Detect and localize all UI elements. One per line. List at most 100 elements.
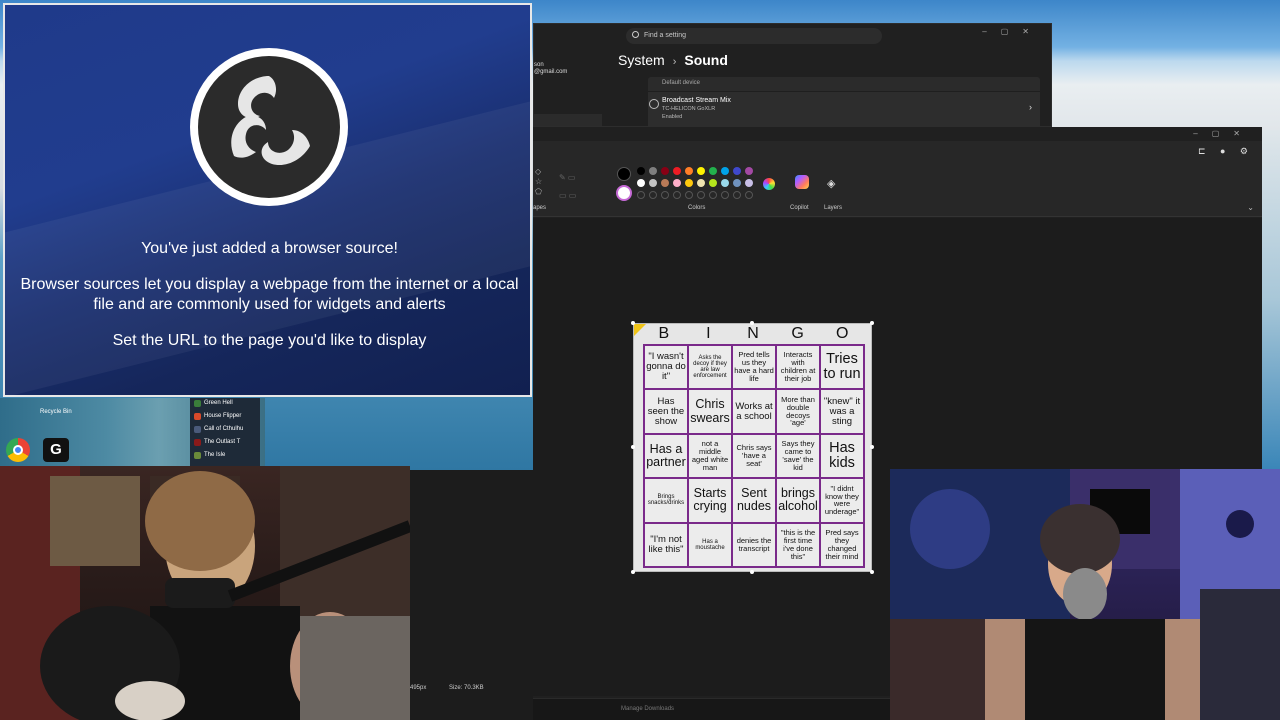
paint-titlebar: –▢✕ [533, 127, 1262, 141]
color-1-swatch[interactable] [617, 167, 631, 181]
palette-color-swatch[interactable] [673, 167, 681, 175]
layers-label: Layers [824, 205, 843, 211]
palette-color-swatch[interactable] [685, 167, 693, 175]
settings-window-controls[interactable]: –▢✕ [982, 27, 1043, 36]
game-list-item[interactable]: The Outlast T [204, 439, 240, 445]
search-icon [632, 31, 639, 38]
logitech-ghub-icon[interactable]: G [43, 438, 69, 462]
palette-color-swatch[interactable] [637, 167, 645, 175]
bingo-cell: "this is the first time i've done this" [777, 523, 819, 566]
game-list-item[interactable]: Green Hell [204, 400, 233, 406]
palette-color-swatch[interactable] [721, 179, 729, 187]
palette-color-swatch[interactable] [697, 179, 705, 187]
account-name: son [534, 62, 544, 68]
bingo-letter: N [747, 325, 760, 342]
resize-handle[interactable] [631, 445, 635, 449]
webcam-left-scene [0, 466, 410, 720]
bingo-cell: Asks the decoy if they are law enforceme… [689, 346, 731, 389]
bingo-cell: Says they came to 'save' the kid [777, 434, 819, 478]
recycle-bin-label[interactable]: Recycle Bin [40, 409, 72, 415]
chevron-down-icon[interactable]: ⌄ [1247, 203, 1254, 212]
bingo-cell: Sent nudes [733, 479, 775, 522]
bingo-letter: G [791, 325, 805, 342]
custom-color-slot[interactable] [637, 191, 645, 199]
bingo-letter: B [658, 325, 671, 342]
custom-color-slot[interactable] [709, 191, 717, 199]
breadcrumb: System › Sound [618, 52, 728, 68]
bingo-cell: "I'm not like this" [645, 523, 687, 566]
chrome-icon-center [13, 445, 23, 455]
bingo-cell: Has a partner [645, 434, 687, 478]
bingo-cell: not a middle aged white man [689, 434, 731, 478]
steam-games-list: Green Hell House Flipper Call of Cthulhu Th… [190, 398, 260, 466]
palette-color-swatch[interactable] [709, 167, 717, 175]
custom-color-slot[interactable] [697, 191, 705, 199]
resize-handle[interactable] [870, 321, 874, 325]
bingo-grid: "I wasn't gonna do it" Asks the decoy if … [643, 344, 865, 568]
custom-color-slot[interactable] [733, 191, 741, 199]
palette-color-swatch[interactable] [649, 179, 657, 187]
obs-message-line: Browser sources let you display a webpag… [20, 276, 519, 293]
bingo-cell: "I didnt know they were underage" [821, 479, 863, 522]
palette-color-swatch[interactable] [673, 179, 681, 187]
chevron-right-icon: › [672, 56, 677, 68]
device-radio[interactable] [649, 99, 659, 109]
custom-color-slot[interactable] [661, 191, 669, 199]
game-list-item[interactable]: The Isle [204, 452, 225, 458]
custom-color-slot[interactable] [721, 191, 729, 199]
custom-color-slot[interactable] [685, 191, 693, 199]
paint-ribbon: ⊏ ● ⚙ ◇ ☆ ⬠ ✎ ▭ ▭ ▭ apes Colors Copilot ◈ L… [533, 141, 1262, 217]
game-icon [194, 452, 201, 459]
edit-colors-icon[interactable] [763, 178, 775, 190]
custom-color-slot[interactable] [745, 191, 753, 199]
game-list-item[interactable]: House Flipper [204, 413, 241, 419]
breadcrumb-system[interactable]: System [618, 52, 665, 68]
copilot-icon[interactable] [795, 175, 809, 189]
resize-handle[interactable] [870, 570, 874, 574]
paint-window-controls[interactable]: –▢✕ [1193, 129, 1254, 138]
bingo-cell: denies the transcript [733, 523, 775, 566]
palette-color-swatch[interactable] [709, 179, 717, 187]
palette-color-swatch[interactable] [661, 167, 669, 175]
palette-color-swatch[interactable] [685, 179, 693, 187]
palette-color-swatch[interactable] [697, 167, 705, 175]
bingo-cell: Chris swears [689, 390, 731, 433]
bingo-cell: Interacts with children at their job [777, 346, 819, 389]
game-list-item[interactable]: Call of Cthulhu [204, 426, 243, 432]
bingo-cell: Pred says they changed their mind [821, 523, 863, 566]
webcam-right [890, 469, 1280, 720]
status-file-size: Size: 70.3KB [449, 685, 484, 691]
shape-outline-fill-icons[interactable]: ✎ ▭ ▭ ▭ [559, 169, 576, 205]
bingo-cell: Has seen the show [645, 390, 687, 433]
color-2-swatch[interactable] [616, 185, 632, 201]
device-row[interactable]: Broadcast Stream Mix TC-HELICON GoXLR En… [648, 91, 1040, 127]
palette-color-swatch[interactable] [661, 179, 669, 187]
custom-color-slot[interactable] [649, 191, 657, 199]
manage-downloads-link[interactable]: Manage Downloads [621, 706, 674, 712]
resize-handle[interactable] [750, 570, 754, 574]
palette-color-swatch[interactable] [637, 179, 645, 187]
resize-handle[interactable] [631, 321, 635, 325]
device-status: Enabled [662, 114, 683, 120]
palette-color-swatch[interactable] [733, 167, 741, 175]
settings-search-input[interactable]: Find a setting [626, 28, 882, 44]
bingo-card-image[interactable]: B I N G O "I wasn't gonna do it" Asks the… [633, 323, 872, 572]
resize-handle[interactable] [870, 445, 874, 449]
palette-color-swatch[interactable] [745, 179, 753, 187]
palette-color-swatch[interactable] [733, 179, 741, 187]
palette-color-swatch[interactable] [649, 167, 657, 175]
palette-color-swatch[interactable] [745, 167, 753, 175]
sidebar-item-selected[interactable] [534, 114, 602, 126]
layers-icon[interactable]: ◈ [827, 177, 835, 190]
desktop-wallpaper-edge [1262, 130, 1280, 470]
bingo-cell: Brings snacks/drinks [645, 479, 687, 522]
shapes-label: apes [533, 205, 547, 211]
resize-handle[interactable] [631, 570, 635, 574]
shapes-icons[interactable]: ◇ ☆ ⬠ [535, 167, 542, 197]
resize-handle[interactable] [750, 321, 754, 325]
bingo-cell: brings alcohol [777, 479, 819, 522]
ribbon-top-icons[interactable]: ⊏ ● ⚙ [1198, 146, 1254, 157]
custom-color-slot[interactable] [673, 191, 681, 199]
chevron-right-icon[interactable]: › [1029, 102, 1032, 112]
palette-color-swatch[interactable] [721, 167, 729, 175]
